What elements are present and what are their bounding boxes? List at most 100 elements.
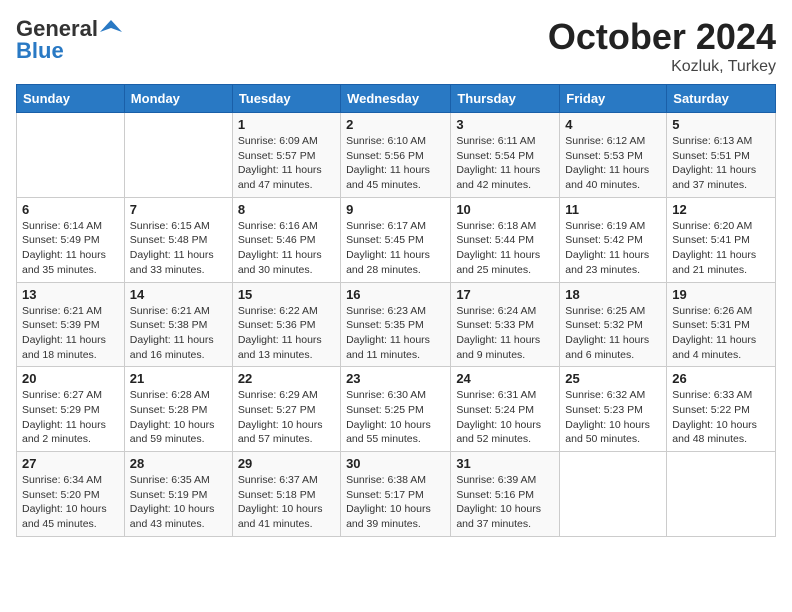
day-number: 29 <box>238 456 335 471</box>
week-row-3: 13 Sunrise: 6:21 AM Sunset: 5:39 PM Dayli… <box>17 282 776 367</box>
location: Kozluk, Turkey <box>548 58 776 76</box>
day-number: 11 <box>565 202 661 217</box>
day-info: Sunrise: 6:35 AM Sunset: 5:19 PM Dayligh… <box>130 473 227 532</box>
day-number: 15 <box>238 287 335 302</box>
day-number: 28 <box>130 456 227 471</box>
day-info: Sunrise: 6:22 AM Sunset: 5:36 PM Dayligh… <box>238 304 335 363</box>
day-cell: 13 Sunrise: 6:21 AM Sunset: 5:39 PM Dayli… <box>17 282 125 367</box>
day-number: 4 <box>565 117 661 132</box>
day-number: 19 <box>672 287 770 302</box>
day-cell: 31 Sunrise: 6:39 AM Sunset: 5:16 PM Dayli… <box>451 452 560 537</box>
calendar-table: SundayMondayTuesdayWednesdayThursdayFrid… <box>16 84 776 537</box>
day-info: Sunrise: 6:31 AM Sunset: 5:24 PM Dayligh… <box>456 388 554 447</box>
day-info: Sunrise: 6:10 AM Sunset: 5:56 PM Dayligh… <box>346 134 445 193</box>
day-number: 1 <box>238 117 335 132</box>
day-number: 7 <box>130 202 227 217</box>
header-row: SundayMondayTuesdayWednesdayThursdayFrid… <box>17 85 776 113</box>
day-number: 3 <box>456 117 554 132</box>
day-cell: 24 Sunrise: 6:31 AM Sunset: 5:24 PM Dayli… <box>451 367 560 452</box>
day-cell: 22Sunrise: 6:29 AM Sunset: 5:27 PM Dayli… <box>232 367 340 452</box>
day-number: 9 <box>346 202 445 217</box>
day-info: Sunrise: 6:18 AM Sunset: 5:44 PM Dayligh… <box>456 219 554 278</box>
day-cell: 5Sunrise: 6:13 AM Sunset: 5:51 PM Daylig… <box>667 113 776 198</box>
day-header-tuesday: Tuesday <box>232 85 340 113</box>
day-cell: 1 Sunrise: 6:09 AM Sunset: 5:57 PM Daylig… <box>232 113 340 198</box>
day-cell: 15 Sunrise: 6:22 AM Sunset: 5:36 PM Dayli… <box>232 282 340 367</box>
week-row-4: 20Sunrise: 6:27 AM Sunset: 5:29 PM Dayli… <box>17 367 776 452</box>
page-header: General Blue October 2024 Kozluk, Turkey <box>16 16 776 76</box>
day-info: Sunrise: 6:17 AM Sunset: 5:45 PM Dayligh… <box>346 219 445 278</box>
day-info: Sunrise: 6:14 AM Sunset: 5:49 PM Dayligh… <box>22 219 119 278</box>
logo-blue: Blue <box>16 38 64 64</box>
day-cell: 25Sunrise: 6:32 AM Sunset: 5:23 PM Dayli… <box>560 367 667 452</box>
day-info: Sunrise: 6:21 AM Sunset: 5:38 PM Dayligh… <box>130 304 227 363</box>
day-cell: 6 Sunrise: 6:14 AM Sunset: 5:49 PM Daylig… <box>17 197 125 282</box>
day-cell: 30 Sunrise: 6:38 AM Sunset: 5:17 PM Dayli… <box>341 452 451 537</box>
day-cell: 17 Sunrise: 6:24 AM Sunset: 5:33 PM Dayli… <box>451 282 560 367</box>
day-cell: 12 Sunrise: 6:20 AM Sunset: 5:41 PM Dayli… <box>667 197 776 282</box>
day-number: 10 <box>456 202 554 217</box>
day-info: Sunrise: 6:34 AM Sunset: 5:20 PM Dayligh… <box>22 473 119 532</box>
day-number: 30 <box>346 456 445 471</box>
day-cell: 3 Sunrise: 6:11 AM Sunset: 5:54 PM Daylig… <box>451 113 560 198</box>
day-cell: 26 Sunrise: 6:33 AM Sunset: 5:22 PM Dayli… <box>667 367 776 452</box>
day-info: Sunrise: 6:30 AM Sunset: 5:25 PM Dayligh… <box>346 388 445 447</box>
day-cell <box>17 113 125 198</box>
day-cell: 18 Sunrise: 6:25 AM Sunset: 5:32 PM Dayli… <box>560 282 667 367</box>
day-info: Sunrise: 6:25 AM Sunset: 5:32 PM Dayligh… <box>565 304 661 363</box>
day-number: 24 <box>456 371 554 386</box>
day-info: Sunrise: 6:24 AM Sunset: 5:33 PM Dayligh… <box>456 304 554 363</box>
day-number: 31 <box>456 456 554 471</box>
day-info: Sunrise: 6:33 AM Sunset: 5:22 PM Dayligh… <box>672 388 770 447</box>
day-cell: 9 Sunrise: 6:17 AM Sunset: 5:45 PM Daylig… <box>341 197 451 282</box>
day-info: Sunrise: 6:15 AM Sunset: 5:48 PM Dayligh… <box>130 219 227 278</box>
day-number: 26 <box>672 371 770 386</box>
day-info: Sunrise: 6:26 AM Sunset: 5:31 PM Dayligh… <box>672 304 770 363</box>
day-number: 12 <box>672 202 770 217</box>
day-info: Sunrise: 6:23 AM Sunset: 5:35 PM Dayligh… <box>346 304 445 363</box>
day-info: Sunrise: 6:16 AM Sunset: 5:46 PM Dayligh… <box>238 219 335 278</box>
day-number: 21 <box>130 371 227 386</box>
day-info: Sunrise: 6:37 AM Sunset: 5:18 PM Dayligh… <box>238 473 335 532</box>
logo: General Blue <box>16 16 122 64</box>
day-header-sunday: Sunday <box>17 85 125 113</box>
day-number: 8 <box>238 202 335 217</box>
day-number: 17 <box>456 287 554 302</box>
day-number: 16 <box>346 287 445 302</box>
day-cell <box>560 452 667 537</box>
day-info: Sunrise: 6:20 AM Sunset: 5:41 PM Dayligh… <box>672 219 770 278</box>
day-info: Sunrise: 6:28 AM Sunset: 5:28 PM Dayligh… <box>130 388 227 447</box>
day-cell: 4Sunrise: 6:12 AM Sunset: 5:53 PM Daylig… <box>560 113 667 198</box>
day-number: 22 <box>238 371 335 386</box>
day-number: 27 <box>22 456 119 471</box>
day-info: Sunrise: 6:27 AM Sunset: 5:29 PM Dayligh… <box>22 388 119 447</box>
day-header-thursday: Thursday <box>451 85 560 113</box>
day-info: Sunrise: 6:38 AM Sunset: 5:17 PM Dayligh… <box>346 473 445 532</box>
day-cell: 16 Sunrise: 6:23 AM Sunset: 5:35 PM Dayli… <box>341 282 451 367</box>
day-info: Sunrise: 6:32 AM Sunset: 5:23 PM Dayligh… <box>565 388 661 447</box>
day-info: Sunrise: 6:19 AM Sunset: 5:42 PM Dayligh… <box>565 219 661 278</box>
day-cell: 21 Sunrise: 6:28 AM Sunset: 5:28 PM Dayli… <box>124 367 232 452</box>
page-container: General Blue October 2024 Kozluk, Turkey… <box>16 16 776 537</box>
day-info: Sunrise: 6:09 AM Sunset: 5:57 PM Dayligh… <box>238 134 335 193</box>
day-cell: 7 Sunrise: 6:15 AM Sunset: 5:48 PM Daylig… <box>124 197 232 282</box>
day-cell: 19 Sunrise: 6:26 AM Sunset: 5:31 PM Dayli… <box>667 282 776 367</box>
day-cell: 11 Sunrise: 6:19 AM Sunset: 5:42 PM Dayli… <box>560 197 667 282</box>
day-header-saturday: Saturday <box>667 85 776 113</box>
week-row-2: 6 Sunrise: 6:14 AM Sunset: 5:49 PM Daylig… <box>17 197 776 282</box>
day-cell: 10 Sunrise: 6:18 AM Sunset: 5:44 PM Dayli… <box>451 197 560 282</box>
day-cell <box>124 113 232 198</box>
day-cell: 29 Sunrise: 6:37 AM Sunset: 5:18 PM Dayli… <box>232 452 340 537</box>
day-cell: 27 Sunrise: 6:34 AM Sunset: 5:20 PM Dayli… <box>17 452 125 537</box>
day-info: Sunrise: 6:21 AM Sunset: 5:39 PM Dayligh… <box>22 304 119 363</box>
day-cell: 23Sunrise: 6:30 AM Sunset: 5:25 PM Dayli… <box>341 367 451 452</box>
day-number: 6 <box>22 202 119 217</box>
day-info: Sunrise: 6:11 AM Sunset: 5:54 PM Dayligh… <box>456 134 554 193</box>
day-number: 13 <box>22 287 119 302</box>
day-info: Sunrise: 6:39 AM Sunset: 5:16 PM Dayligh… <box>456 473 554 532</box>
week-row-5: 27 Sunrise: 6:34 AM Sunset: 5:20 PM Dayli… <box>17 452 776 537</box>
day-cell: 2Sunrise: 6:10 AM Sunset: 5:56 PM Daylig… <box>341 113 451 198</box>
week-row-1: 1 Sunrise: 6:09 AM Sunset: 5:57 PM Daylig… <box>17 113 776 198</box>
day-number: 5 <box>672 117 770 132</box>
day-number: 18 <box>565 287 661 302</box>
